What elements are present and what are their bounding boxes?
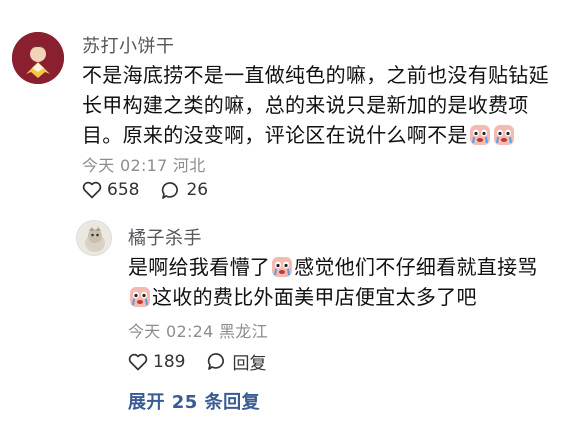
crying-face-emoji-icon — [272, 257, 293, 277]
reply-text: 是啊给我看懵了 感觉他们不仔细看就直接骂 这收的费比外面美甲店便宜太多了吧 — [128, 252, 553, 312]
avatar[interactable] — [12, 32, 64, 84]
crying-face-emoji-icon — [130, 287, 150, 307]
avatar-illustration — [77, 221, 111, 255]
comment-line-2: 长甲构建之类的嘛，总的来说只是新加的是收费项 — [82, 93, 529, 117]
comment-button[interactable]: 26 — [161, 180, 208, 200]
reply-line-2: 这收的费比外面美甲店便宜太多了吧 — [128, 282, 553, 312]
crying-face-emoji-icon — [469, 125, 490, 145]
comment-count: 26 — [186, 180, 209, 200]
speech-bubble-icon — [208, 353, 225, 370]
reply-timestamp-location: 今天 02:24 黑龙江 — [128, 322, 268, 341]
reply-button[interactable]: 回复 — [207, 349, 266, 374]
reply-like-count: 189 — [153, 351, 186, 372]
expand-replies-link[interactable]: 展开 25 条回复 — [128, 388, 260, 414]
reply-line-1: 是啊给我看懵了 感觉他们不仔细看就直接骂 — [128, 255, 538, 279]
reply-username[interactable]: 橘子杀手 — [128, 224, 202, 250]
heart-icon — [128, 353, 148, 370]
comment-line-3: 目。原来的没变啊，评论区在说什么啊不是 — [82, 120, 552, 150]
reply-like-button[interactable]: 189 — [128, 352, 185, 372]
comment-username[interactable]: 苏打小饼干 — [82, 32, 175, 58]
comment-actions: 658 26 — [82, 180, 230, 200]
reply-button-label: 回复 — [232, 354, 267, 374]
reply-avatar[interactable] — [76, 220, 112, 256]
crying-face-emoji-icon — [493, 125, 514, 145]
like-button[interactable]: 658 — [82, 180, 139, 200]
comment-timestamp-location: 今天 02:17 河北 — [82, 156, 206, 175]
comment-text: 不是海底捞不是一直做纯色的嘛，之前也没有贴钻延 长甲构建之类的嘛，总的来说只是新… — [82, 60, 552, 150]
like-count: 658 — [107, 180, 140, 200]
avatar-illustration — [12, 32, 64, 84]
speech-bubble-icon — [162, 181, 179, 199]
heart-icon — [82, 181, 102, 199]
comment-line-1: 不是海底捞不是一直做纯色的嘛，之前也没有贴钻延 — [82, 63, 549, 87]
reply-actions: 189 回复 — [128, 349, 288, 374]
